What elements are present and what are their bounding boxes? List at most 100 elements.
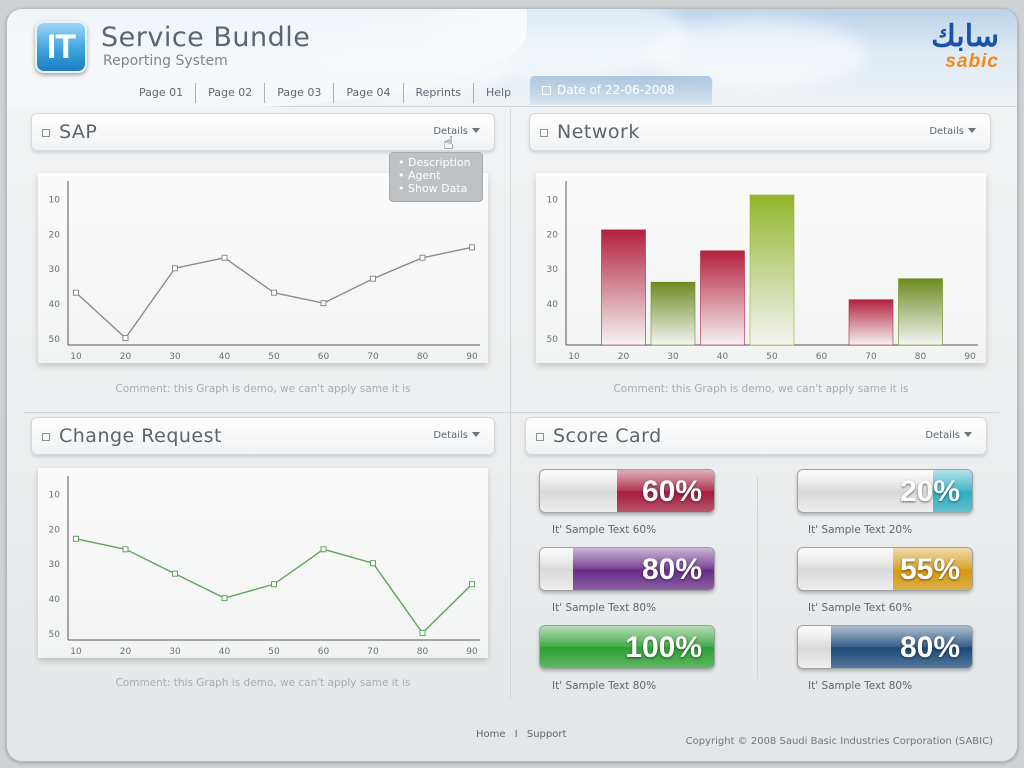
y-tick-label: 30 bbox=[49, 265, 61, 275]
data-point bbox=[419, 630, 426, 637]
data-point bbox=[271, 581, 277, 588]
sabic-arabic: سابك bbox=[931, 19, 999, 54]
data-point bbox=[469, 581, 475, 588]
gauge-value: 80% bbox=[641, 553, 702, 586]
y-tick-label: 40 bbox=[49, 595, 61, 605]
change-request-title: Change Request bbox=[59, 425, 222, 447]
sap-comment: Comment: this Graph is demo, we can't ap… bbox=[115, 383, 411, 395]
square-icon bbox=[42, 433, 50, 441]
bar bbox=[749, 194, 795, 346]
data-point bbox=[122, 546, 129, 553]
data-point bbox=[73, 535, 79, 542]
data-point bbox=[221, 595, 228, 602]
x-tick-label: 50 bbox=[268, 647, 280, 657]
x-tick-label: 10 bbox=[70, 647, 82, 657]
data-point bbox=[73, 289, 79, 296]
score-card-details-button[interactable]: Details bbox=[925, 430, 972, 441]
x-tick-label: 80 bbox=[417, 352, 429, 362]
network-details-button[interactable]: Details bbox=[929, 126, 976, 137]
data-point bbox=[320, 300, 327, 307]
y-tick-label: 20 bbox=[49, 230, 61, 240]
bar bbox=[848, 299, 894, 346]
y-tick-label: 20 bbox=[49, 525, 61, 535]
data-point bbox=[419, 254, 426, 261]
gauge-value: 100% bbox=[625, 631, 702, 664]
sabic-logo: سابك sabic bbox=[931, 19, 999, 72]
square-icon bbox=[42, 129, 50, 137]
footer-home-link[interactable]: Home bbox=[476, 729, 506, 740]
it-logo: IT bbox=[35, 21, 87, 73]
y-tick-label: 30 bbox=[547, 265, 559, 275]
y-tick-label: 50 bbox=[49, 630, 61, 640]
gauge-label: It' Sample Text 80% bbox=[552, 602, 657, 614]
gauge-value: 55% bbox=[899, 553, 960, 586]
app-subtitle: Reporting System bbox=[103, 53, 228, 69]
bar bbox=[601, 229, 646, 346]
footer-separator: I bbox=[514, 729, 518, 740]
x-tick-label: 40 bbox=[717, 352, 729, 362]
bar bbox=[650, 281, 696, 346]
score-gauge: 60% bbox=[539, 469, 715, 513]
data-point bbox=[172, 570, 178, 577]
nav-reprints[interactable]: Reprints bbox=[404, 83, 474, 103]
score-gauge: 100% bbox=[539, 625, 715, 669]
date-label: Date of 22-06-2008 bbox=[557, 83, 675, 97]
change-request-panel-header: Change Request Details bbox=[31, 417, 495, 455]
date-tab[interactable]: Date of 22-06-2008 bbox=[529, 75, 713, 105]
sap-panel-header: SAP Details bbox=[31, 113, 495, 151]
x-tick-label: 40 bbox=[219, 352, 231, 362]
gauge-label: It' Sample Text 80% bbox=[552, 680, 657, 692]
y-tick-label: 40 bbox=[49, 300, 61, 310]
menu-item-show-data[interactable]: • Show Data bbox=[398, 182, 482, 195]
x-tick-label: 20 bbox=[618, 352, 630, 362]
y-tick-label: 30 bbox=[49, 560, 61, 570]
x-tick-label: 60 bbox=[318, 647, 330, 657]
x-tick-label: 70 bbox=[865, 352, 877, 362]
data-point bbox=[271, 289, 277, 296]
change-request-comment: Comment: this Graph is demo, we can't ap… bbox=[115, 677, 411, 689]
x-tick-label: 90 bbox=[466, 647, 478, 657]
network-bar-chart: 10 20 30 40 50 10 20 30 40 50 60 70 80 90 bbox=[547, 181, 978, 362]
nav-page-03[interactable]: Page 03 bbox=[265, 83, 335, 103]
nav-page-04[interactable]: Page 04 bbox=[334, 83, 404, 103]
app-title: Service Bundle bbox=[101, 22, 311, 53]
data-point bbox=[172, 265, 178, 272]
x-tick-label: 10 bbox=[70, 352, 82, 362]
y-tick-label: 20 bbox=[547, 230, 559, 240]
nav-page-01[interactable]: Page 01 bbox=[127, 83, 197, 103]
details-label: Details bbox=[433, 430, 468, 441]
score-gauge: 80% bbox=[539, 547, 715, 591]
x-tick-label: 80 bbox=[915, 352, 927, 362]
sabic-latin: sabic bbox=[945, 51, 999, 72]
x-tick-label: 70 bbox=[367, 352, 379, 362]
data-point bbox=[221, 254, 228, 261]
nav-page-02[interactable]: Page 02 bbox=[196, 83, 266, 103]
network-title: Network bbox=[557, 121, 640, 143]
y-tick-label: 50 bbox=[547, 335, 559, 345]
menu-item-agent[interactable]: • Agent bbox=[398, 169, 482, 182]
x-tick-label: 20 bbox=[120, 647, 132, 657]
details-label: Details bbox=[925, 430, 960, 441]
copyright: Copyright © 2008 Saudi Basic Industries … bbox=[685, 736, 993, 747]
footer-support-link[interactable]: Support bbox=[527, 729, 567, 740]
nav-help[interactable]: Help bbox=[474, 83, 523, 103]
change-request-details-button[interactable]: Details bbox=[433, 430, 480, 441]
chevron-down-icon bbox=[472, 128, 480, 133]
score-card-title: Score Card bbox=[553, 425, 662, 447]
score-card-divider bbox=[757, 477, 758, 679]
sap-details-button[interactable]: Details bbox=[433, 126, 480, 137]
gauge-label: It' Sample Text 60% bbox=[808, 602, 913, 614]
x-tick-label: 50 bbox=[268, 352, 280, 362]
x-tick-label: 90 bbox=[964, 352, 976, 362]
chevron-down-icon bbox=[472, 432, 480, 437]
menu-item-description[interactable]: • Description bbox=[398, 156, 482, 169]
details-label: Details bbox=[929, 126, 964, 137]
data-point bbox=[370, 560, 376, 567]
x-tick-label: 60 bbox=[318, 352, 330, 362]
y-tick-label: 10 bbox=[547, 195, 559, 205]
app-window: IT Service Bundle Reporting System Page … bbox=[6, 8, 1018, 762]
x-tick-label: 60 bbox=[816, 352, 828, 362]
network-comment: Comment: this Graph is demo, we can't ap… bbox=[613, 383, 909, 395]
gauge-value: 20% bbox=[899, 475, 960, 508]
x-tick-label: 20 bbox=[120, 352, 132, 362]
